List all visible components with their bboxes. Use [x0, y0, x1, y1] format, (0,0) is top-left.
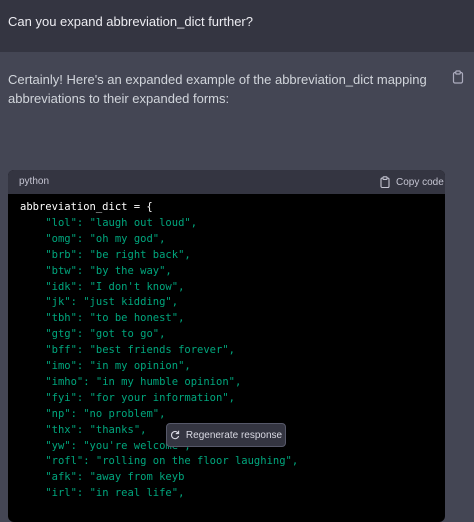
code-line: "imo": "in my opinion",	[20, 359, 191, 373]
dict-key: "np":	[45, 407, 77, 420]
code-line: "lol": "laugh out loud",	[20, 216, 197, 230]
clipboard-icon	[380, 176, 390, 188]
dict-value: "to be honest",	[89, 312, 185, 325]
dict-key: "idk":	[45, 280, 84, 293]
dict-key: "omg":	[45, 232, 84, 245]
dict-key: "imo":	[45, 360, 84, 372]
code-body: abbreviation_dict = { "lol": "laugh out …	[8, 194, 445, 522]
regenerate-label: Regenerate response	[185, 429, 283, 441]
dict-key: "btw":	[45, 264, 84, 277]
code-block: python Copy code abbreviation_dict = { "…	[8, 170, 445, 522]
dict-key: "afk":	[45, 471, 84, 484]
code-line: "brb": "be right back",	[20, 248, 191, 262]
code-header: python Copy code	[8, 170, 445, 194]
user-message-text: Can you expand abbreviation_dict further…	[8, 14, 253, 29]
assistant-intro-text: Certainly! Here's an expanded example of…	[8, 72, 427, 106]
dict-value: "in my opinion",	[89, 360, 191, 372]
dict-key: "jk":	[45, 296, 77, 309]
code-line: "bff": "best friends forever",	[20, 343, 235, 357]
dict-key: "bff":	[45, 344, 84, 357]
code-line: "thx": "thanks",	[20, 423, 146, 437]
dict-value: "no problem",	[83, 407, 166, 420]
code-language-label: python	[19, 176, 50, 187]
copy-code-label: Copy code	[396, 176, 444, 188]
code-first-line: abbreviation_dict = {	[20, 201, 153, 213]
refresh-icon	[170, 430, 180, 440]
clipboard-icon[interactable]	[452, 70, 464, 84]
dict-value: "I don't know",	[89, 280, 185, 293]
dict-value: "best friends forever",	[89, 344, 235, 357]
dict-value: "for your information",	[89, 391, 235, 404]
dict-key: "fyi":	[45, 391, 84, 404]
code-line: "irl": "in real life",	[20, 486, 184, 500]
assistant-message: Certainly! Here's an expanded example of…	[0, 52, 474, 522]
code-line: "afk": "away from keyb	[20, 470, 184, 484]
dict-key: "lol":	[45, 216, 84, 229]
dict-key: "thx":	[45, 423, 84, 436]
dict-key: "rofl":	[45, 455, 90, 468]
code-line: "fyi": "for your information",	[20, 391, 235, 405]
dict-value: "oh my god",	[89, 232, 166, 245]
dict-key: "imho":	[45, 375, 90, 388]
dict-value: "in real life",	[89, 487, 185, 500]
code-line: "btw": "by the way",	[20, 264, 172, 278]
code-line: "tbh": "to be honest",	[20, 311, 184, 325]
dict-key: "tbh":	[45, 312, 84, 325]
code-line: "omg": "oh my god",	[20, 232, 165, 246]
copy-code-button[interactable]: Copy code	[380, 174, 444, 190]
dict-value: "be right back",	[89, 248, 191, 261]
code-line: "rofl": "rolling on the floor laughing",	[20, 454, 298, 468]
code-line: "imho": "in my humble opinion",	[20, 375, 241, 389]
code-line: "gtg": "got to go",	[20, 327, 165, 341]
dict-value: "thanks",	[89, 423, 147, 436]
dict-value: "away from keyb	[89, 471, 185, 484]
dict-key: "irl":	[45, 487, 84, 500]
user-message: Can you expand abbreviation_dict further…	[0, 0, 474, 53]
regenerate-response-button[interactable]: Regenerate response	[166, 423, 286, 447]
dict-value: "rolling on the floor laughing",	[95, 455, 299, 468]
dict-value: "just kidding",	[83, 296, 179, 309]
code-line: "jk": "just kidding",	[20, 295, 178, 309]
dict-value: "got to go",	[89, 328, 166, 341]
dict-key: "gtg":	[45, 328, 84, 341]
dict-value: "laugh out loud",	[89, 216, 198, 229]
code-line: "np": "no problem",	[20, 407, 165, 421]
dict-value: "in my humble opinion",	[95, 375, 242, 388]
code-line: "idk": "I don't know",	[20, 280, 184, 294]
dict-key: "yw":	[45, 439, 77, 452]
dict-value: "by the way",	[89, 264, 172, 277]
dict-key: "brb":	[45, 248, 84, 261]
